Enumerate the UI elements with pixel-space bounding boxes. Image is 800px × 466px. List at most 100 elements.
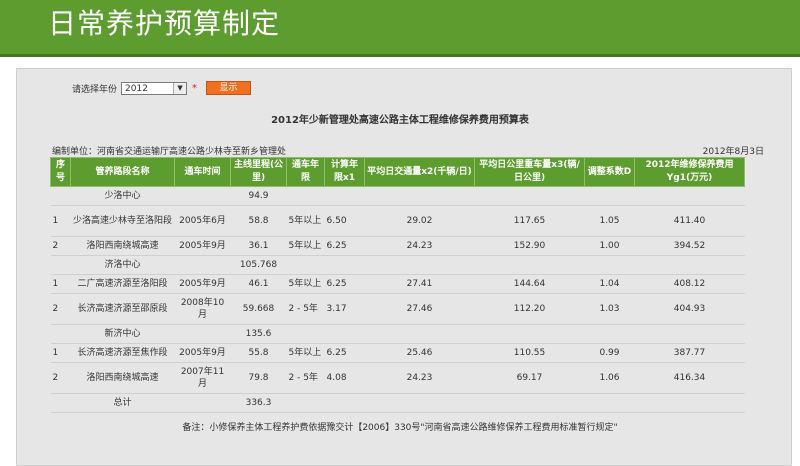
table-cell: 6.25 [324, 236, 365, 256]
table-cell [50, 186, 71, 206]
table-cell: 少洛中心 [70, 186, 175, 206]
table-cell: 总计 [70, 393, 175, 413]
table-row: 济洛中心 105.768 [50, 255, 745, 275]
table-cell [584, 186, 635, 206]
table-cell: 411.40 [634, 205, 745, 237]
table-cell: 6.50 [324, 205, 365, 237]
table-row: 1 少洛高速少林寺至洛阳段 2005年6月 58.8 5年以上 6.50 29.02 117.… [50, 205, 745, 237]
table-cell: 二广高速济源至洛阳段 [70, 274, 175, 294]
budget-table: 序号 管养路段名称 通车时间 主线里程(公里) 通车年限 计算年限x1 平均日交… [50, 157, 745, 413]
table-cell: 135.6 [230, 324, 287, 344]
table-cell [364, 186, 475, 206]
table-cell: 27.41 [364, 274, 475, 294]
table-row: 少洛中心 94.9 [50, 186, 745, 206]
col-header: 调整系数D [584, 157, 635, 187]
table-cell [474, 393, 585, 413]
table-cell: 1.05 [584, 205, 635, 237]
page-title: 日常养护预算制定 [48, 7, 281, 40]
col-header: 通车年限 [286, 157, 325, 187]
table-cell: 1.04 [584, 274, 635, 294]
table-cell: 济洛中心 [70, 255, 175, 275]
table-cell: 394.52 [634, 236, 745, 256]
table-cell [634, 255, 745, 275]
col-header: 主线里程(公里) [230, 157, 287, 187]
table-cell: 长济高速济源至焦作段 [70, 343, 175, 363]
chevron-down-icon[interactable]: ▼ [173, 82, 187, 94]
table-cell [364, 255, 475, 275]
table-cell: 1 [50, 343, 71, 363]
table-cell: 79.8 [230, 362, 287, 394]
compiling-unit: 编制单位：河南省交通运输厅高速公路少林寺至新乡管理处 [52, 147, 287, 157]
table-cell [50, 393, 71, 413]
table-header-row: 序号 管养路段名称 通车时间 主线里程(公里) 通车年限 计算年限x1 平均日交… [50, 157, 745, 187]
table-cell: 少洛高速少林寺至洛阳段 [70, 205, 175, 237]
table-cell [286, 255, 325, 275]
table-cell: 36.1 [230, 236, 287, 256]
table-cell: 24.23 [364, 236, 475, 256]
year-label: 请选择年份 [72, 84, 118, 95]
table-cell [174, 324, 231, 344]
table-cell: 洛阳西南绕城高速 [70, 362, 175, 394]
show-button[interactable]: 显示 [206, 81, 252, 95]
table-cell [324, 393, 365, 413]
table-row: 总计 336.3 [50, 393, 745, 413]
table-cell [474, 255, 585, 275]
table-cell: 新济中心 [70, 324, 175, 344]
table-cell: 2008年10月 [174, 293, 231, 325]
table-row: 新济中心 135.6 [50, 324, 745, 344]
col-header: 平均日交通量x2(千辆/日) [364, 157, 475, 187]
table-cell: 25.46 [364, 343, 475, 363]
table-cell: 1.03 [584, 293, 635, 325]
table-cell [634, 393, 745, 413]
table-cell: 5年以上 [286, 205, 325, 237]
report-date: 2012年8月3日 [702, 147, 764, 157]
table-cell: 58.8 [230, 205, 287, 237]
table-cell [474, 186, 585, 206]
year-filter-bar: 请选择年份 2012 ▼ * 显示 [72, 80, 252, 96]
table-cell [634, 324, 745, 344]
table-cell: 2 [50, 362, 71, 394]
table-cell: 5年以上 [286, 274, 325, 294]
table-cell [584, 255, 635, 275]
table-cell: 69.17 [474, 362, 585, 394]
table-cell: 112.20 [474, 293, 585, 325]
table-cell: 1.00 [584, 236, 635, 256]
table-cell: 404.93 [634, 293, 745, 325]
report-title: 2012年少新管理处高速公路主体工程维修保养费用预算表 [271, 115, 529, 126]
table-cell [474, 324, 585, 344]
table-row: 2 洛阳西南绕城高速 2007年11月 79.8 2 - 5年 4.08 24.23 69.1… [50, 362, 745, 394]
table-cell [286, 186, 325, 206]
table-cell: 6.25 [324, 343, 365, 363]
table-cell: 2 [50, 293, 71, 325]
table-cell: 2 - 5年 [286, 362, 325, 394]
table-cell: 117.65 [474, 205, 585, 237]
header-banner: 日常养护预算制定 [0, 0, 800, 57]
year-select[interactable]: 2012 ▼ [121, 81, 188, 95]
table-row: 2 洛阳西南绕城高速 2005年9月 36.1 5年以上 6.25 24.23 152.90 1… [50, 236, 745, 256]
report-meta: 编制单位：河南省交通运输厅高速公路少林寺至新乡管理处 2012年8月3日 [52, 144, 764, 157]
table-cell: 2005年9月 [174, 236, 231, 256]
table-row: 1 长济高速济源至焦作段 2005年9月 55.8 5年以上 6.25 25.46 110.5… [50, 343, 745, 363]
col-header: 序号 [50, 157, 71, 187]
footnote: 备注：小修保养主体工程养护费依据豫交计【2006】330号"河南省高速公路维修保… [182, 423, 618, 433]
table-cell: 29.02 [364, 205, 475, 237]
table-cell: 144.64 [474, 274, 585, 294]
table-cell [584, 324, 635, 344]
table-cell: 0.99 [584, 343, 635, 363]
table-cell: 3.17 [324, 293, 365, 325]
table-cell: 2007年11月 [174, 362, 231, 394]
table-cell [50, 324, 71, 344]
table-cell: 94.9 [230, 186, 287, 206]
table-cell: 洛阳西南绕城高速 [70, 236, 175, 256]
table-cell [50, 255, 71, 275]
table-cell: 2005年9月 [174, 343, 231, 363]
table-cell: 336.3 [230, 393, 287, 413]
table-cell [324, 255, 365, 275]
table-cell: 105.768 [230, 255, 287, 275]
table-cell [174, 255, 231, 275]
table-cell: 152.90 [474, 236, 585, 256]
col-header: 平均日公里重车量x3(辆/日公里) [474, 157, 585, 187]
table-cell: 2005年9月 [174, 274, 231, 294]
table-cell: 2005年6月 [174, 205, 231, 237]
table-row: 2 长济高速济源至邵原段 2008年10月 59.668 2 - 5年 3.17 27.46… [50, 293, 745, 325]
